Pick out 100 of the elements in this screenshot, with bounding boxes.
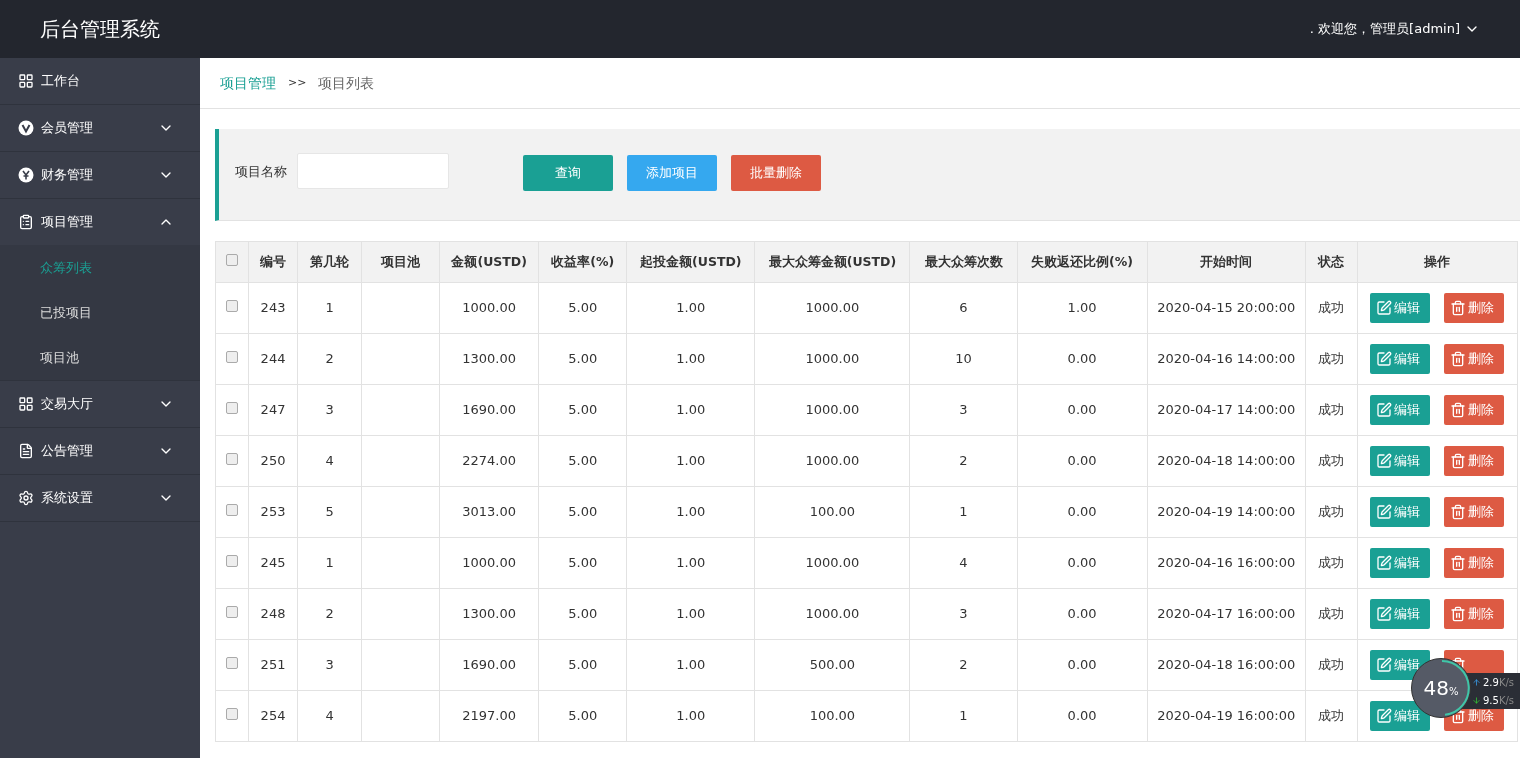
table-cell: 5.00	[538, 486, 627, 538]
upload-speed: 2.9K/s	[1483, 675, 1515, 690]
checkbox[interactable]	[226, 453, 238, 466]
table-cell: 3	[297, 639, 362, 691]
column-header: 第几轮	[297, 241, 362, 283]
delete-button[interactable]: 删除	[1444, 599, 1505, 629]
checkbox[interactable]	[226, 708, 238, 721]
user-menu[interactable]: . 欢迎您，管理员[admin]	[1309, 19, 1480, 39]
table-cell: 6	[909, 282, 1018, 334]
sidebar-item[interactable]: 工作台	[0, 58, 200, 104]
project-name-field[interactable]	[297, 153, 449, 189]
edit-icon	[1376, 504, 1393, 520]
table-cell: 3	[297, 384, 362, 436]
checkbox[interactable]	[226, 300, 238, 313]
column-header: 起投金额(USTD)	[626, 241, 755, 283]
checkbox[interactable]	[226, 504, 238, 517]
table-cell: 1	[909, 486, 1018, 538]
table-cell: 1000.00	[439, 282, 539, 334]
table-cell: 1000.00	[754, 333, 910, 385]
table-cell: 5.00	[538, 333, 627, 385]
table-cell: 500.00	[754, 639, 910, 691]
sidebar-item[interactable]: 公告管理	[0, 428, 200, 474]
edit-button[interactable]: 编辑	[1370, 548, 1431, 578]
edit-icon	[1376, 708, 1393, 724]
table-cell: 0.00	[1017, 486, 1148, 538]
delete-button[interactable]: 删除	[1444, 293, 1505, 323]
checkbox[interactable]	[226, 555, 238, 568]
table-cell: 1.00	[626, 486, 755, 538]
sidebar-item[interactable]: 系统设置	[0, 475, 200, 521]
table-cell: 5.00	[538, 537, 627, 589]
delete-button[interactable]: 删除	[1444, 344, 1505, 374]
table-cell: 成功	[1305, 537, 1358, 589]
column-header: 开始时间	[1147, 241, 1306, 283]
checkbox[interactable]	[226, 402, 238, 415]
table-cell: 2	[297, 333, 362, 385]
edit-icon	[1376, 657, 1393, 673]
table-cell: 成功	[1305, 435, 1358, 487]
column-header: 项目池	[361, 241, 440, 283]
edit-button[interactable]: 编辑	[1370, 650, 1431, 680]
sidebar-item[interactable]: 会员管理	[0, 105, 200, 151]
table-cell: 成功	[1305, 333, 1358, 385]
table-cell: 4	[297, 435, 362, 487]
table-cell: 1300.00	[439, 333, 539, 385]
sidebar-item[interactable]: 财务管理	[0, 152, 200, 198]
trash-icon	[1450, 453, 1467, 469]
table-cell: 成功	[1305, 486, 1358, 538]
edit-button[interactable]: 编辑	[1370, 599, 1431, 629]
table-cell: 245	[248, 537, 298, 589]
table-cell: 4	[909, 537, 1018, 589]
table-cell: 2	[909, 639, 1018, 691]
delete-button[interactable]: 删除	[1444, 395, 1505, 425]
table-cell: 1000.00	[754, 282, 910, 334]
column-header: 最大众筹次数	[909, 241, 1018, 283]
column-header: 编号	[248, 241, 298, 283]
table-cell: 1690.00	[439, 384, 539, 436]
table-cell: 成功	[1305, 384, 1358, 436]
trash-icon	[1450, 555, 1467, 571]
column-header: 最大众筹金额(USTD)	[754, 241, 910, 283]
checkbox[interactable]	[226, 351, 238, 364]
edit-button[interactable]: 编辑	[1370, 446, 1431, 476]
checkbox[interactable]	[226, 657, 238, 670]
sidebar-item[interactable]: 交易大厅	[0, 381, 200, 427]
table-cell: 248	[248, 588, 298, 640]
edit-icon	[1376, 453, 1393, 469]
settings-icon	[18, 490, 34, 506]
table-cell: 251	[248, 639, 298, 691]
delete-button[interactable]: 删除	[1444, 446, 1505, 476]
checkbox[interactable]	[226, 606, 238, 619]
edit-button[interactable]: 编辑	[1370, 293, 1431, 323]
table-cell: 4	[297, 690, 362, 742]
checkbox[interactable]	[226, 254, 238, 267]
delete-button[interactable]: 删除	[1444, 548, 1505, 578]
column-header: 操作	[1357, 241, 1518, 283]
edit-button[interactable]: 编辑	[1370, 395, 1431, 425]
trash-icon	[1450, 504, 1467, 520]
table-cell: 250	[248, 435, 298, 487]
table-cell: 100.00	[754, 690, 910, 742]
edit-button[interactable]: 编辑	[1370, 344, 1431, 374]
table-cell: 244	[248, 333, 298, 385]
table-cell: 2020-04-16 14:00:00	[1147, 333, 1306, 385]
table-cell: 2	[297, 588, 362, 640]
submenu-item[interactable]: 已投项目	[0, 290, 200, 335]
table-cell: 0.00	[1017, 384, 1148, 436]
action-button[interactable]: 批量删除	[731, 155, 821, 191]
action-button[interactable]: 添加项目	[627, 155, 717, 191]
sidebar-item[interactable]: 项目管理	[0, 199, 200, 245]
delete-button[interactable]: 删除	[1444, 497, 1505, 527]
edit-button[interactable]: 编辑	[1370, 701, 1431, 731]
submenu-item[interactable]: 众筹列表	[0, 245, 200, 290]
action-button[interactable]: 查询	[523, 155, 613, 191]
breadcrumb-link[interactable]: 项目管理	[220, 72, 276, 94]
table-cell: 2020-04-17 14:00:00	[1147, 384, 1306, 436]
table-cell: 1.00	[626, 537, 755, 589]
submenu-item[interactable]: 项目池	[0, 335, 200, 380]
v-circle-icon	[18, 120, 34, 136]
trash-icon	[1450, 351, 1467, 367]
edit-button[interactable]: 编辑	[1370, 497, 1431, 527]
table-cell: 5.00	[538, 690, 627, 742]
table-cell: 成功	[1305, 282, 1358, 334]
table-cell: 1	[297, 537, 362, 589]
